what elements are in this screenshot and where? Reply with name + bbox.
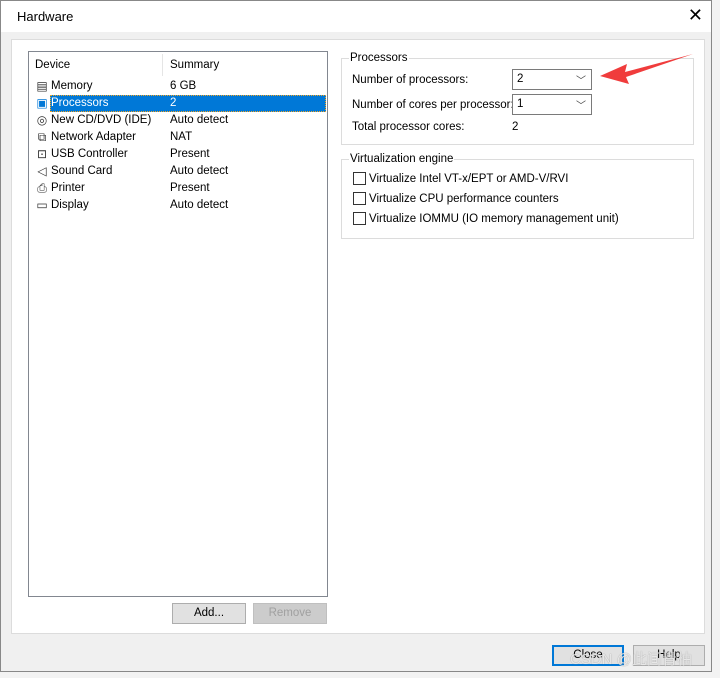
iommu-checkbox[interactable]	[353, 212, 366, 225]
vtx-label[interactable]: Virtualize Intel VT-x/EPT or AMD-V/RVI	[369, 173, 568, 185]
cores-per-processor-select[interactable]: 1 ﹀	[512, 94, 592, 115]
printer-icon: ⎙	[37, 181, 47, 195]
cd-icon: ◎	[36, 113, 48, 127]
device-row-processors[interactable]: ▣ Processors 2	[29, 95, 327, 112]
dialog-title: Hardware	[17, 9, 74, 24]
device-row-sound[interactable]: ◁ Sound Card Auto detect	[29, 163, 327, 180]
column-header-summary[interactable]: Summary	[170, 59, 219, 71]
perf-counters-label[interactable]: Virtualize CPU performance counters	[369, 193, 559, 205]
perf-counters-checkbox[interactable]	[353, 192, 366, 205]
num-processors-label: Number of processors:	[352, 74, 469, 86]
usb-icon: ⊡	[36, 147, 48, 161]
title-bar: Hardware ✕	[1, 1, 711, 32]
chevron-down-icon: ﹀	[576, 101, 586, 112]
processors-group-label: Processors	[349, 52, 409, 64]
annotation-arrow	[600, 54, 693, 84]
chevron-down-icon: ﹀	[576, 76, 586, 87]
memory-icon: ▤	[36, 79, 48, 93]
vtx-checkbox[interactable]	[353, 172, 366, 185]
list-header: Device Summary	[29, 52, 327, 78]
processor-icon: ▣	[36, 96, 48, 110]
num-processors-select[interactable]: 2 ﹀	[512, 69, 592, 90]
virtualization-group-label: Virtualization engine	[349, 153, 455, 165]
remove-button[interactable]: Remove	[253, 603, 327, 624]
device-row-usb[interactable]: ⊡ USB Controller Present	[29, 146, 327, 163]
cores-per-processor-label: Number of cores per processor:	[352, 99, 514, 111]
device-row-memory[interactable]: ▤ Memory 6 GB	[29, 78, 327, 95]
display-icon: ▭	[36, 198, 48, 212]
device-row-network[interactable]: ⧉ Network Adapter NAT	[29, 129, 327, 146]
watermark: CSDN @此间青柚	[570, 651, 692, 668]
close-icon[interactable]: ✕	[688, 5, 703, 26]
device-row-cd-dvd[interactable]: ◎ New CD/DVD (IDE) Auto detect	[29, 112, 327, 129]
add-button[interactable]: Add...	[172, 603, 246, 624]
column-header-device[interactable]: Device	[35, 59, 70, 71]
device-row-display[interactable]: ▭ Display Auto detect	[29, 197, 327, 214]
total-cores-label: Total processor cores:	[352, 121, 465, 133]
network-icon: ⧉	[37, 130, 47, 144]
device-row-printer[interactable]: ⎙ Printer Present	[29, 180, 327, 197]
device-list[interactable]: Device Summary ▤ Memory 6 GB ▣ Processors 2 …	[28, 51, 328, 597]
hardware-dialog: Hardware ✕ Device Summary ▤ Memory 6 GB ▣ P…	[0, 0, 712, 672]
sound-icon: ◁	[37, 164, 47, 178]
iommu-label[interactable]: Virtualize IOMMU (IO memory management u…	[369, 213, 619, 225]
total-cores-value: 2	[512, 121, 519, 133]
